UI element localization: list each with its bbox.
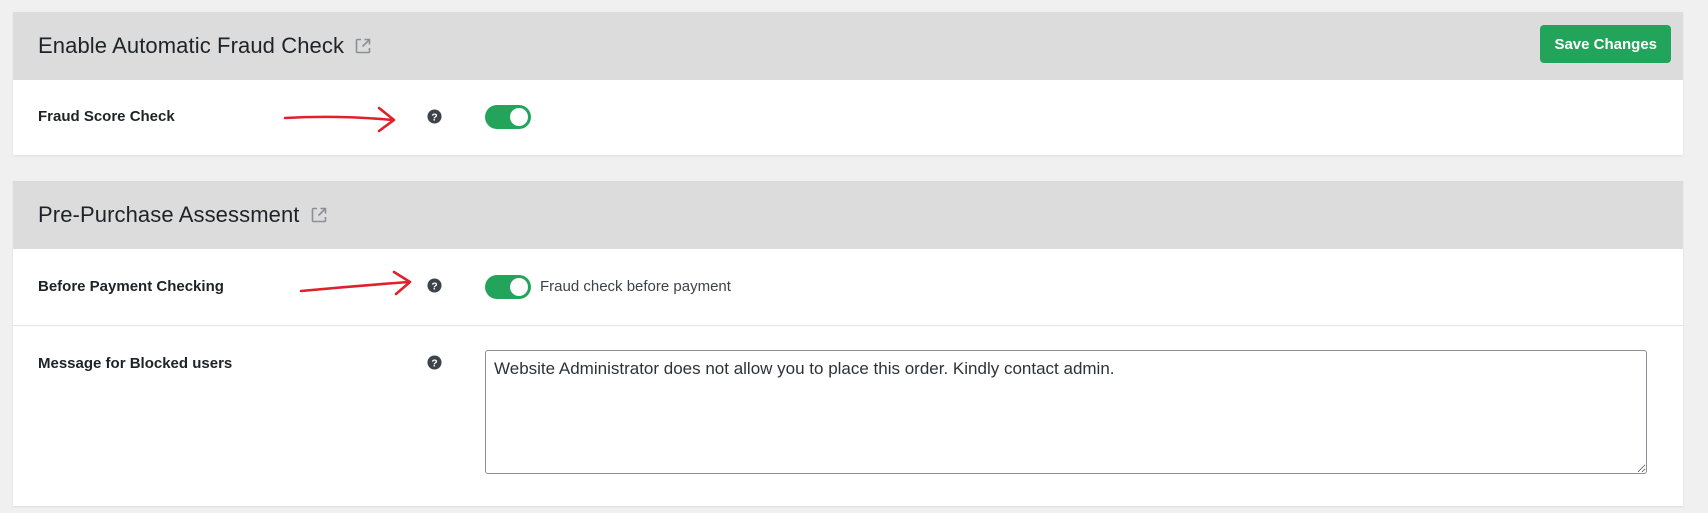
external-link-icon[interactable] (310, 206, 328, 224)
panel-header: Enable Automatic Fraud Check Save Change… (13, 12, 1683, 80)
section-title: Pre-Purchase Assessment (38, 202, 300, 227)
toggle-description: Fraud check before payment (540, 278, 731, 295)
toggle-knob (510, 278, 528, 296)
setting-label: Message for Blocked users (38, 355, 233, 372)
red-arrow-annotation (299, 270, 412, 296)
before-payment-toggle[interactable] (485, 275, 531, 299)
save-changes-button[interactable]: Save Changes (1540, 25, 1671, 63)
external-link-icon[interactable] (354, 37, 372, 55)
setting-row-blocked-message: Message for Blocked users ? Website Admi… (13, 325, 1683, 505)
panel-header: Pre-Purchase Assessment (13, 181, 1683, 249)
fraud-check-panel: Enable Automatic Fraud Check Save Change… (13, 12, 1683, 155)
blocked-message-textarea[interactable]: Website Administrator does not allow you… (485, 350, 1647, 474)
svg-text:?: ? (431, 281, 437, 292)
setting-row-before-payment: Before Payment Checking ? Fraud check be… (13, 249, 1683, 325)
setting-label: Before Payment Checking (38, 278, 224, 295)
pre-purchase-panel: Pre-Purchase Assessment Before Payment C… (13, 181, 1683, 506)
fraud-score-toggle[interactable] (485, 105, 531, 129)
question-circle-icon[interactable]: ? (427, 355, 442, 370)
section-title: Enable Automatic Fraud Check (38, 33, 345, 58)
setting-label: Fraud Score Check (38, 108, 175, 125)
toggle-knob (510, 108, 528, 126)
red-arrow-annotation (283, 106, 396, 133)
question-circle-icon[interactable]: ? (427, 109, 442, 124)
setting-row-fraud-score: Fraud Score Check ? (13, 80, 1683, 155)
svg-text:?: ? (431, 112, 437, 123)
question-circle-icon[interactable]: ? (427, 278, 442, 293)
svg-text:?: ? (431, 358, 437, 369)
